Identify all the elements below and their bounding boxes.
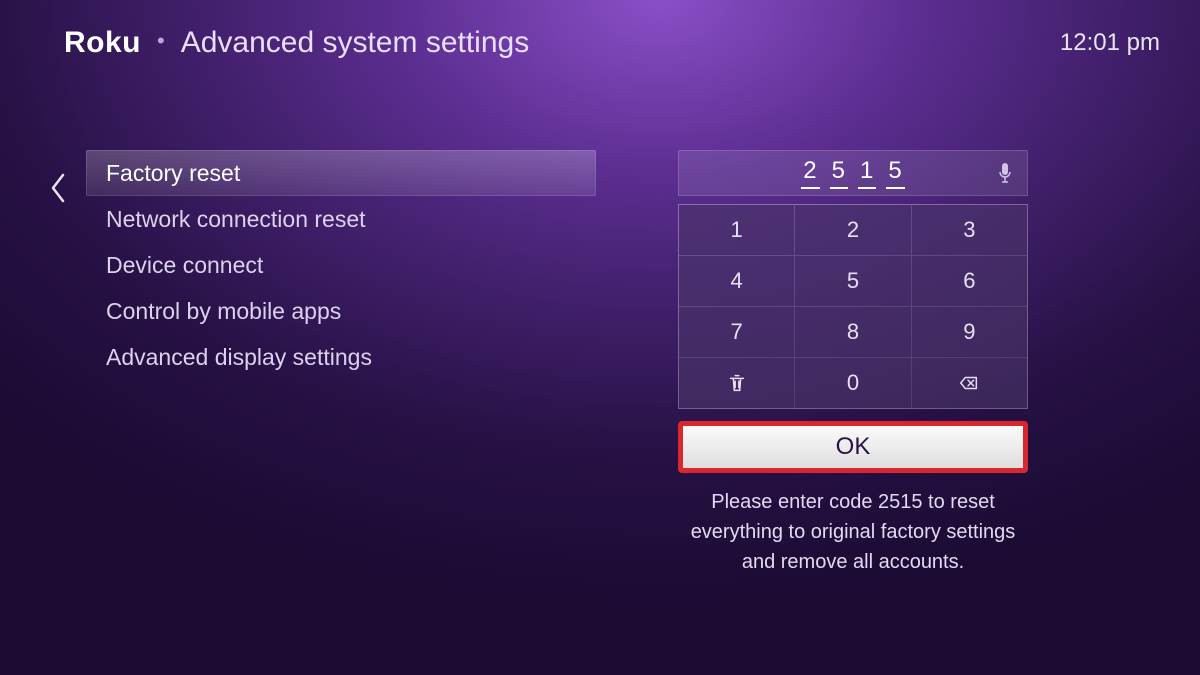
key-clear[interactable] xyxy=(679,358,794,408)
key-9[interactable]: 9 xyxy=(912,307,1027,357)
key-1[interactable]: 1 xyxy=(679,205,794,255)
key-0[interactable]: 0 xyxy=(795,358,910,408)
settings-menu: Factory reset Network connection reset D… xyxy=(86,150,596,380)
code-entry-panel: 2 5 1 5 1 2 3 4 5 6 7 8 9 0 xyxy=(678,150,1028,577)
menu-item-factory-reset[interactable]: Factory reset xyxy=(86,150,596,196)
menu-item-label: Advanced display settings xyxy=(106,344,372,371)
menu-item-mobile-apps[interactable]: Control by mobile apps xyxy=(86,288,596,334)
code-digit: 5 xyxy=(830,157,848,189)
code-digit: 5 xyxy=(886,157,904,189)
menu-item-label: Control by mobile apps xyxy=(106,298,341,325)
microphone-icon[interactable] xyxy=(997,162,1013,184)
menu-item-display-settings[interactable]: Advanced display settings xyxy=(86,334,596,380)
menu-item-network-reset[interactable]: Network connection reset xyxy=(86,196,596,242)
menu-item-device-connect[interactable]: Device connect xyxy=(86,242,596,288)
key-4[interactable]: 4 xyxy=(679,256,794,306)
menu-item-label: Device connect xyxy=(106,252,263,279)
ok-button[interactable]: OK xyxy=(678,421,1028,473)
instruction-text: Please enter code 2515 to reset everythi… xyxy=(678,487,1028,577)
menu-item-label: Factory reset xyxy=(106,160,240,187)
key-7[interactable]: 7 xyxy=(679,307,794,357)
key-6[interactable]: 6 xyxy=(912,256,1027,306)
content: Factory reset Network connection reset D… xyxy=(38,148,1160,655)
page-title: Advanced system settings xyxy=(181,26,530,60)
menu-item-label: Network connection reset xyxy=(106,206,366,233)
backspace-icon xyxy=(958,372,980,394)
key-3[interactable]: 3 xyxy=(912,205,1027,255)
key-8[interactable]: 8 xyxy=(795,307,910,357)
numeric-keypad: 1 2 3 4 5 6 7 8 9 0 xyxy=(678,204,1028,409)
key-backspace[interactable] xyxy=(912,358,1027,408)
trash-icon xyxy=(726,372,748,394)
code-input-field[interactable]: 2 5 1 5 xyxy=(678,150,1028,196)
chevron-left-icon xyxy=(49,173,67,203)
clock: 12:01 pm xyxy=(1060,29,1160,57)
header: Roku • Advanced system settings 12:01 pm xyxy=(64,26,1160,60)
code-digits: 2 5 1 5 xyxy=(801,157,904,189)
key-2[interactable]: 2 xyxy=(795,205,910,255)
back-button[interactable] xyxy=(38,166,78,210)
brand-logo: Roku xyxy=(64,26,141,60)
code-digit: 2 xyxy=(801,157,819,189)
code-digit: 1 xyxy=(858,157,876,189)
key-5[interactable]: 5 xyxy=(795,256,910,306)
separator-dot: • xyxy=(157,28,165,54)
ok-button-label: OK xyxy=(836,433,871,461)
